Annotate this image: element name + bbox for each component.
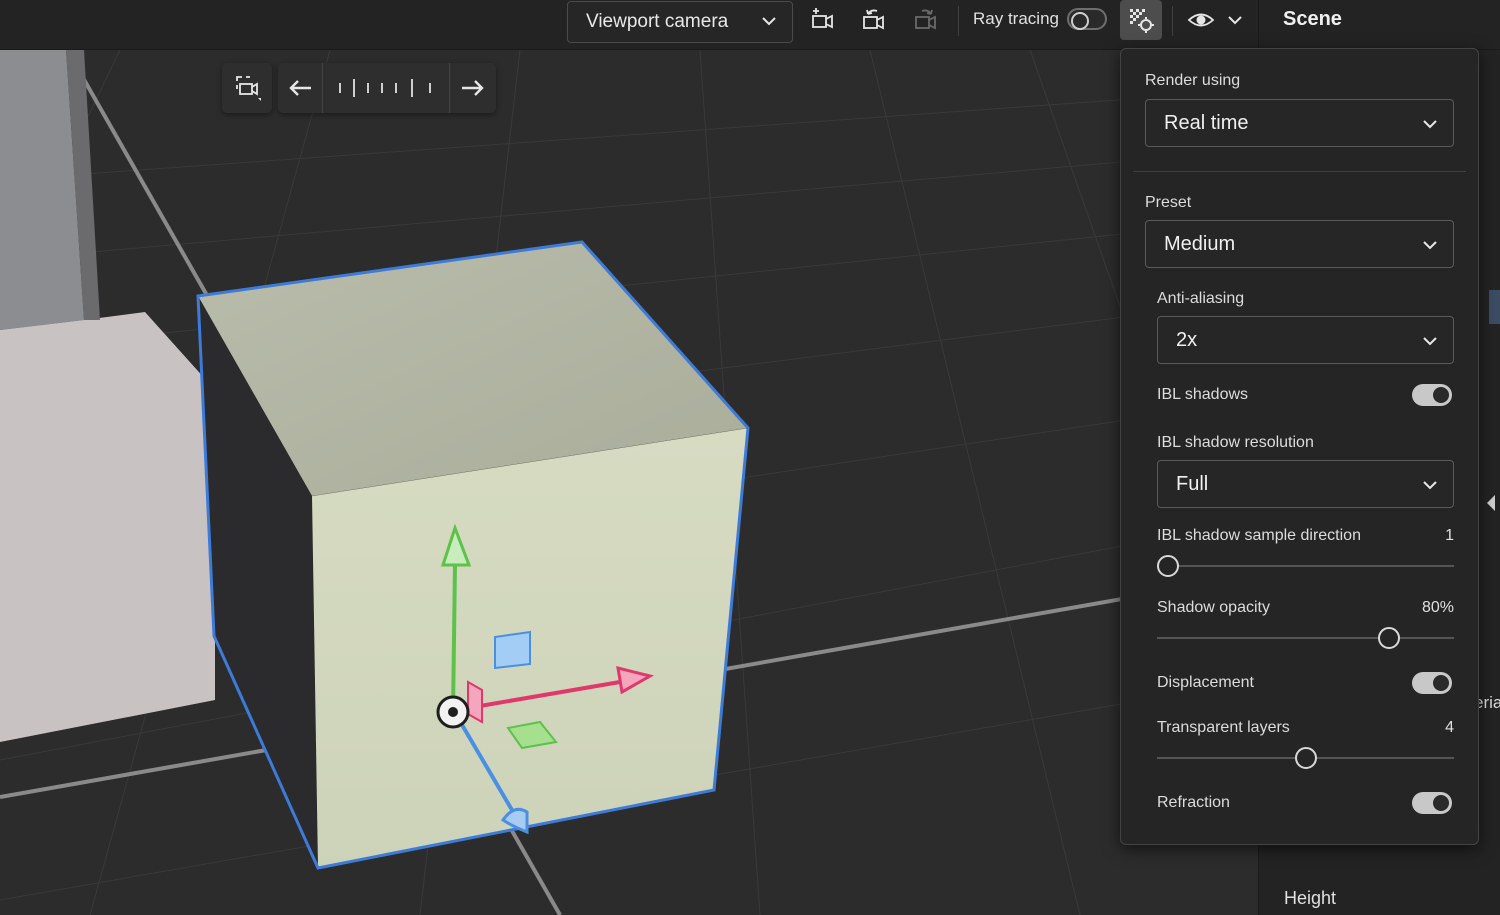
ibl-sample-direction-slider[interactable] [1157, 554, 1454, 578]
refraction-label: Refraction [1157, 794, 1230, 811]
render-settings-icon [1130, 9, 1154, 33]
slider-thumb[interactable] [1377, 627, 1400, 649]
anti-aliasing-value: 2x [1176, 329, 1198, 351]
arrow-right-icon [462, 80, 484, 96]
visibility-dropdown[interactable] [1220, 5, 1250, 35]
slider-thumb[interactable] [1157, 555, 1179, 577]
slider-thumb[interactable] [1294, 747, 1317, 769]
panel-highlight [1489, 290, 1500, 324]
camera-undo-icon [863, 9, 884, 30]
ibl-sample-direction-label: IBL shadow sample direction [1157, 527, 1361, 544]
shadow-opacity-slider[interactable] [1157, 626, 1454, 650]
displacement-label: Displacement [1157, 674, 1254, 691]
gizmo-xy-plane[interactable] [494, 630, 531, 670]
shadow-opacity-label: Shadow opacity [1157, 599, 1270, 616]
camera-frame-button[interactable] [222, 63, 272, 113]
ray-tracing-toggle[interactable] [1067, 8, 1107, 30]
camera-frame-icon [236, 76, 261, 101]
timeline-icon [339, 79, 431, 97]
ibl-shadows-toggle[interactable] [1412, 384, 1452, 406]
add-camera-button[interactable] [806, 5, 840, 35]
history-back-button[interactable] [278, 63, 322, 113]
ibl-shadow-resolution-dropdown[interactable]: Full [1157, 460, 1454, 508]
viewport-3d[interactable] [0, 50, 1258, 915]
gizmo-yz-plane[interactable] [467, 680, 483, 724]
chevron-down-icon [1423, 120, 1437, 129]
ibl-shadows-label: IBL shadows [1157, 386, 1249, 403]
render-using-dropdown[interactable]: Real time [1145, 99, 1454, 147]
transparent-layers-value: 4 [1445, 719, 1454, 736]
anti-aliasing-label: Anti-aliasing [1157, 290, 1245, 307]
render-using-label: Render using [1145, 72, 1241, 89]
top-toolbar: Viewport camera Ray tracing Scene [0, 0, 1500, 50]
visibility-button[interactable] [1184, 5, 1218, 35]
gizmo-y-axis[interactable] [451, 564, 457, 713]
scene-render[interactable] [0, 50, 1258, 915]
camera-select[interactable]: Viewport camera [567, 1, 793, 43]
chevron-down-icon [762, 17, 776, 26]
chevron-down-icon [1228, 16, 1242, 25]
collapse-panel-button[interactable] [1481, 490, 1500, 516]
transparent-layers-label: Transparent layers [1157, 719, 1290, 736]
chevron-down-icon [1423, 481, 1437, 490]
refraction-toggle[interactable] [1412, 792, 1452, 814]
add-camera-icon [812, 8, 833, 29]
camera-select-value: Viewport camera [586, 11, 729, 32]
preset-value: Medium [1164, 233, 1236, 255]
chevron-down-icon [1423, 337, 1437, 346]
render-using-value: Real time [1164, 112, 1249, 134]
preset-label: Preset [1145, 194, 1192, 211]
anti-aliasing-dropdown[interactable]: 2x [1157, 316, 1454, 364]
transparent-layers-slider[interactable] [1157, 746, 1454, 770]
history-timeline[interactable] [323, 63, 449, 113]
camera-redo-button[interactable] [909, 5, 943, 35]
height-label: Height [1284, 888, 1337, 908]
camera-redo-icon [915, 9, 936, 30]
camera-history-bar [222, 63, 496, 113]
ibl-shadow-resolution-label: IBL shadow resolution [1157, 434, 1314, 451]
caret-left-icon [1487, 495, 1495, 511]
render-settings-popover: Render using Real time Preset Medium Ant… [1120, 48, 1479, 845]
arrow-left-icon [289, 80, 311, 96]
ray-tracing-label: Ray tracing [973, 9, 1059, 28]
history-forward-button[interactable] [450, 63, 496, 113]
panel-title: Scene [1283, 8, 1342, 30]
ibl-shadow-resolution-value: Full [1176, 473, 1209, 495]
ibl-sample-direction-value: 1 [1445, 527, 1454, 544]
shadow-opacity-value: 80% [1421, 599, 1454, 616]
eye-icon [1187, 13, 1215, 27]
chevron-down-icon [1423, 241, 1437, 250]
render-settings-button[interactable] [1120, 0, 1162, 40]
camera-undo-button[interactable] [857, 5, 891, 35]
divider [1133, 171, 1466, 172]
floor-slab [0, 312, 215, 742]
displacement-toggle[interactable] [1412, 672, 1452, 694]
preset-dropdown[interactable]: Medium [1145, 220, 1454, 268]
